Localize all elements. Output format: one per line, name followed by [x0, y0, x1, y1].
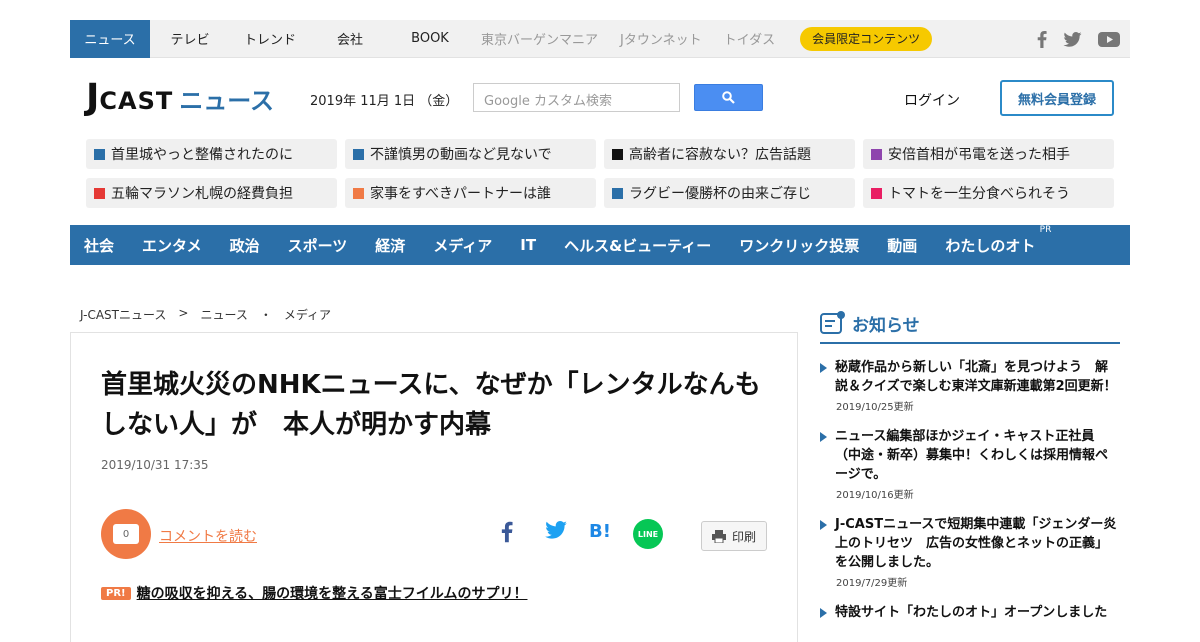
trend-item[interactable]: 家事をすべきパートナーは誰 — [345, 178, 596, 208]
search-button[interactable] — [694, 84, 763, 111]
notice-text[interactable]: 特設サイト「わたしのオト」オープンしました — [835, 603, 1119, 622]
category-entertainment[interactable]: エンタメ — [142, 235, 202, 256]
comment-count: 0 — [113, 524, 139, 544]
trend-color-marker — [871, 148, 882, 160]
trending-topics: 首里城やっと整備されたのに 不謹慎男の動画など見ないで 高齢者に容赦ない？広告話… — [86, 139, 1116, 208]
site-header: J CAST ニュース 2019年 11月 1日 （金） Google カスタム… — [70, 58, 1130, 138]
signup-button[interactable]: 無料会員登録 — [1000, 80, 1114, 116]
notice-item[interactable]: ニュース編集部ほかジェイ・キャスト正社員（中途・新卒）募集中！くわしくは採用情報… — [820, 427, 1120, 501]
youtube-icon[interactable] — [1098, 31, 1120, 47]
pr-ad-line[interactable]: PR! 糖の吸収を抑える、腸の環境を整える富士フイルムのサプリ！ — [101, 583, 527, 603]
trend-item[interactable]: 安倍首相が弔電を送った相手 — [863, 139, 1114, 169]
category-one-click-vote[interactable]: ワンクリック投票 — [739, 235, 859, 256]
trend-color-marker — [612, 148, 623, 160]
sidebar-header: お知らせ — [820, 308, 1120, 344]
category-economy[interactable]: 経済 — [375, 235, 405, 256]
category-media[interactable]: メディア — [433, 235, 492, 256]
pr-ad-link[interactable]: 糖の吸収を抑える、腸の環境を整える富士フイルムのサプリ！ — [137, 583, 528, 603]
trend-color-marker — [94, 148, 105, 160]
social-links — [1037, 20, 1120, 58]
breadcrumb-separator: > — [178, 306, 189, 320]
pr-badge: PR! — [101, 586, 131, 600]
print-button[interactable]: 印刷 — [701, 521, 767, 551]
triangle-bullet-icon — [820, 363, 827, 373]
trend-color-marker — [353, 187, 364, 199]
print-label: 印刷 — [731, 529, 756, 544]
members-only-badge[interactable]: 会員限定コンテンツ — [800, 26, 933, 51]
search-input[interactable]: Google カスタム検索 — [473, 83, 680, 112]
pr-label: PR — [1039, 224, 1052, 235]
category-it[interactable]: IT — [520, 236, 536, 254]
jcast-logo[interactable]: J CAST ニュース — [86, 80, 274, 116]
category-watashi-no-oto-label: わたしのオト — [945, 236, 1036, 255]
topnav-company[interactable]: 会社 — [310, 20, 390, 58]
notice-item[interactable]: 特設サイト「わたしのオト」オープンしました — [820, 603, 1120, 622]
topnav-tv[interactable]: テレビ — [150, 20, 230, 58]
triangle-bullet-icon — [820, 432, 827, 442]
notice-text[interactable]: 秘蔵作品から新しい「北斎」を見つけよう 解説＆クイズで楽しむ東洋文庫新連載第2回… — [835, 358, 1119, 396]
category-sports[interactable]: スポーツ — [288, 235, 348, 256]
notice-date: 2019/10/16更新 — [836, 490, 914, 501]
category-nav: 社会 エンタメ 政治 スポーツ 経済 メディア IT ヘルス&ビューティー ワン… — [70, 225, 1130, 265]
article-date: 2019/10/31 17:35 — [101, 458, 209, 472]
trend-color-marker — [94, 187, 105, 199]
current-date: 2019年 11月 1日 （金） — [310, 94, 459, 109]
topnav-book[interactable]: BOOK — [390, 20, 470, 58]
category-video[interactable]: 動画 — [887, 235, 917, 256]
notice-icon — [820, 311, 845, 334]
search-icon — [722, 91, 735, 104]
read-comments-link[interactable]: コメントを読む — [159, 526, 257, 546]
trend-item[interactable]: ラグビー優勝杯の由来ご存じ — [604, 178, 855, 208]
breadcrumb-separator: ・ — [259, 308, 272, 322]
trend-item[interactable]: トマトを一生分食べられそう — [863, 178, 1114, 208]
logo-cast: CAST — [99, 87, 174, 115]
triangle-bullet-icon — [820, 520, 827, 530]
trend-item[interactable]: 不謹慎男の動画など見ないで — [345, 139, 596, 169]
line-share-icon[interactable]: LINE — [633, 519, 663, 549]
hatena-bookmark-icon[interactable]: B! — [589, 521, 611, 542]
login-link[interactable]: ログイン — [904, 90, 960, 110]
category-health-beauty[interactable]: ヘルス&ビューティー — [564, 235, 711, 256]
topnav-toidasu[interactable]: トイダス — [713, 20, 786, 58]
logo-news: ニュース — [179, 87, 275, 115]
notice-date: 2019/10/25更新 — [836, 402, 914, 413]
category-politics[interactable]: 政治 — [230, 235, 260, 256]
article-title: 首里城火災のNHKニュースに、なぜか「レンタルなんもしない人」が 本人が明かす内… — [101, 370, 761, 440]
trend-color-marker — [871, 187, 882, 199]
top-nav-bar: ニュース テレビ トレンド 会社 BOOK 東京バーゲンマニア Jタウンネット … — [70, 19, 1130, 58]
notice-item[interactable]: J-CASTニュースで短期集中連載「ジェンダー炎上のトリセツ 広告の女性像とネッ… — [820, 515, 1120, 589]
comment-icon[interactable]: 0 — [101, 509, 151, 559]
trend-item[interactable]: 高齢者に容赦ない？広告話題 — [604, 139, 855, 169]
sidebar-notices: お知らせ 秘蔵作品から新しい「北斎」を見つけよう 解説＆クイズで楽しむ東洋文庫新… — [820, 308, 1120, 622]
notice-item[interactable]: 秘蔵作品から新しい「北斎」を見つけよう 解説＆クイズで楽しむ東洋文庫新連載第2回… — [820, 358, 1120, 413]
topnav-news[interactable]: ニュース — [70, 19, 150, 58]
breadcrumb-home[interactable]: J-CASTニュース — [80, 306, 166, 323]
printer-icon — [711, 529, 726, 543]
notice-text[interactable]: J-CASTニュースで短期集中連載「ジェンダー炎上のトリセツ 広告の女性像とネッ… — [835, 515, 1119, 572]
topnav-j-town-net[interactable]: Jタウンネット — [609, 20, 713, 58]
trend-item[interactable]: 五輪マラソン札幌の経費負担 — [86, 178, 337, 208]
notice-date: 2019/7/29更新 — [836, 578, 908, 589]
trend-color-marker — [612, 187, 623, 199]
topnav-trend[interactable]: トレンド — [230, 20, 310, 58]
sidebar-title: お知らせ — [852, 315, 920, 336]
triangle-bullet-icon — [820, 608, 827, 618]
breadcrumb-media[interactable]: メディア — [284, 306, 331, 323]
article-card: 首里城火災のNHKニュースに、なぜか「レンタルなんもしない人」が 本人が明かす内… — [70, 332, 798, 642]
twitter-icon[interactable] — [1063, 31, 1082, 47]
breadcrumb: J-CASTニュース > ニュース ・ メディア — [80, 306, 331, 323]
breadcrumb-news[interactable]: ニュース — [200, 306, 247, 323]
topnav-bargain-mania[interactable]: 東京バーゲンマニア — [470, 20, 609, 58]
notice-text[interactable]: ニュース編集部ほかジェイ・キャスト正社員（中途・新卒）募集中！くわしくは採用情報… — [835, 427, 1119, 484]
category-society[interactable]: 社会 — [84, 235, 114, 256]
twitter-share-icon[interactable] — [545, 521, 567, 539]
facebook-share-icon[interactable] — [501, 521, 513, 543]
trend-item[interactable]: 首里城やっと整備されたのに — [86, 139, 337, 169]
site-nav: ニュース テレビ トレンド 会社 BOOK 東京バーゲンマニア Jタウンネット … — [70, 19, 933, 58]
category-watashi-no-oto[interactable]: わたしのオト PR — [945, 225, 1051, 256]
trend-color-marker — [353, 148, 364, 160]
facebook-icon[interactable] — [1037, 30, 1047, 48]
logo-j: J — [86, 77, 100, 118]
